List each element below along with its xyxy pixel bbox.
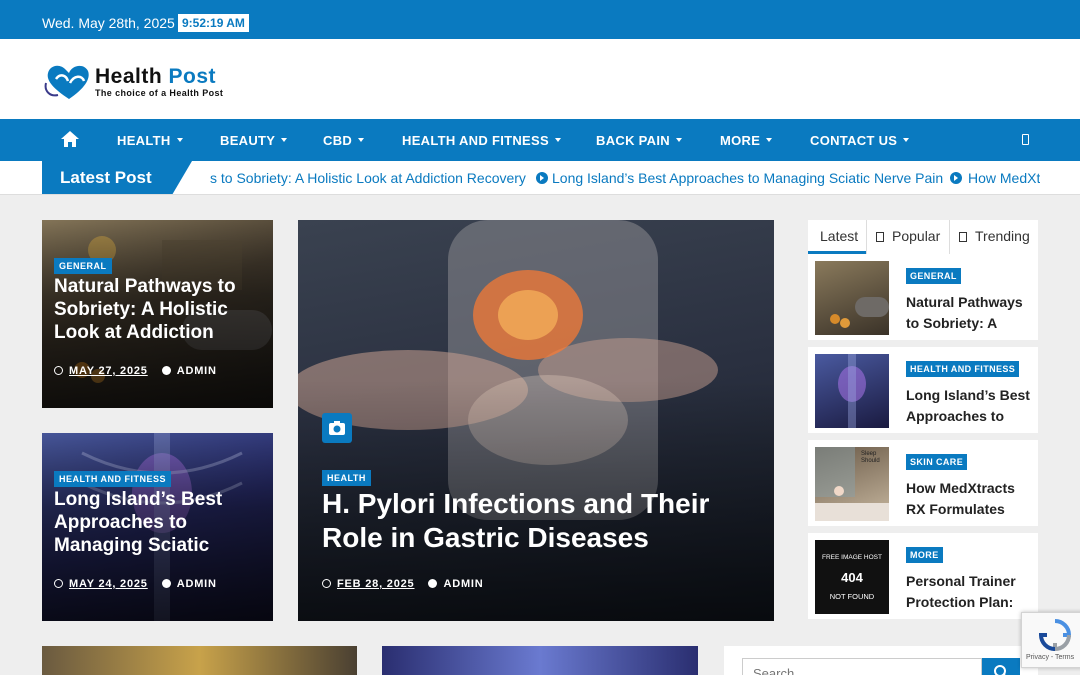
list-item[interactable]: HEALTH AND FITNESS Long Island’s Best Ap… (808, 347, 1038, 433)
chevron-down-icon (281, 137, 288, 142)
placeholder-text: NOT FOUND (829, 592, 875, 601)
tab-latest[interactable]: Latest (808, 220, 866, 254)
site-logo[interactable]: Health Post The choice of a Health Post (44, 61, 244, 101)
square-icon (959, 232, 967, 242)
chevron-down-icon (358, 137, 365, 142)
sidebar-tabs: Latest Popular Trending (808, 220, 1038, 254)
post-card[interactable]: GENERAL Natural Pathways to Sobriety: A … (42, 220, 273, 408)
category-badge[interactable]: SKIN CARE (906, 454, 968, 470)
nav-item-contact-us[interactable]: CONTACT US (810, 133, 910, 148)
arrow-circle-icon (536, 172, 548, 184)
site-tagline: The choice of a Health Post (95, 88, 224, 98)
search-widget (724, 646, 1038, 675)
ticker-item[interactable]: How MedXt (968, 170, 1040, 186)
tab-trending[interactable]: Trending (959, 220, 1030, 254)
spa-thumb-text: Sleep Should (861, 451, 880, 464)
category-badge[interactable]: HEALTH (322, 470, 371, 486)
heart-logo-icon (44, 65, 89, 99)
site-name: Health Post (95, 65, 217, 88)
nav-item-more[interactable]: MORE (720, 133, 773, 148)
recaptcha-label[interactable]: Privacy - Terms (1026, 654, 1074, 661)
post-author[interactable]: ADMIN (177, 365, 217, 377)
ticker-item[interactable]: s to Sobriety: A Holistic Look at Addict… (210, 170, 526, 186)
post-meta: MAY 27, 2025 ADMIN (54, 365, 217, 377)
post-title[interactable]: Natural Pathways to Sobriety: A Holistic… (54, 276, 264, 344)
post-thumbnail[interactable]: Sleep Should (815, 447, 889, 521)
post-meta: FEB 28, 2025 ADMIN (322, 578, 484, 590)
tab-popular[interactable]: Popular (876, 220, 940, 254)
placeholder-text: FREE IMAGE HOST (822, 554, 882, 561)
home-icon[interactable] (60, 129, 80, 149)
chevron-down-icon (766, 137, 773, 142)
ticker-label: Latest Post (42, 161, 172, 194)
post-card[interactable] (42, 646, 357, 675)
chevron-down-icon (675, 137, 682, 142)
search-button[interactable] (982, 658, 1020, 675)
clock-icon (54, 579, 63, 588)
post-date[interactable]: FEB 28, 2025 (337, 578, 414, 590)
list-item[interactable]: GENERAL Natural Pathways to Sobriety: A (808, 254, 1038, 340)
latest-post-ticker: Latest Post s to Sobriety: A Holistic Lo… (0, 161, 1080, 195)
camera-icon (322, 413, 352, 443)
search-input[interactable] (742, 658, 982, 675)
current-time: 9:52:19 AM (178, 14, 249, 32)
recaptcha-badge[interactable]: Privacy - Terms (1021, 612, 1080, 668)
square-icon (876, 232, 884, 242)
post-thumbnail[interactable]: FREE IMAGE HOST 404 NOT FOUND (815, 540, 889, 614)
nav-item-beauty[interactable]: BEAUTY (220, 133, 288, 148)
post-thumbnail[interactable] (815, 261, 889, 335)
post-date[interactable]: MAY 24, 2025 (69, 578, 148, 590)
post-title[interactable]: Personal Trainer Protection Plan: (906, 571, 1032, 613)
category-badge[interactable]: HEALTH AND FITNESS (54, 471, 171, 487)
list-item[interactable]: Sleep Should SKIN CARE How MedXtracts RX … (808, 440, 1038, 526)
post-date[interactable]: MAY 27, 2025 (69, 365, 148, 377)
featured-post-card[interactable]: HEALTH H. Pylori Infections and Their Ro… (298, 220, 774, 621)
post-meta: MAY 24, 2025 ADMIN (54, 578, 217, 590)
post-title[interactable]: Long Island’s Best Approaches to (906, 385, 1032, 427)
post-title[interactable]: H. Pylori Infections and Their Role in G… (322, 487, 742, 554)
placeholder-code: 404 (841, 570, 863, 585)
post-title[interactable]: How MedXtracts RX Formulates (906, 478, 1032, 520)
chevron-down-icon (903, 137, 910, 142)
user-icon (161, 579, 171, 588)
main-nav: HEALTH BEAUTY CBD HEALTH AND FITNESS BAC… (0, 119, 1080, 161)
mobile-icon[interactable] (1022, 134, 1029, 145)
nav-item-back-pain[interactable]: BACK PAIN (596, 133, 682, 148)
ticker-item[interactable]: Long Island’s Best Approaches to Managin… (552, 170, 943, 186)
post-author[interactable]: ADMIN (177, 578, 217, 590)
post-thumbnail[interactable] (815, 354, 889, 428)
category-badge[interactable]: GENERAL (906, 268, 961, 284)
chevron-down-icon (176, 137, 183, 142)
post-title[interactable]: Long Island’s Best Approaches to Managin… (54, 489, 264, 557)
list-item[interactable]: FREE IMAGE HOST 404 NOT FOUND MORE Perso… (808, 533, 1038, 619)
chevron-down-icon (554, 137, 561, 142)
current-date: Wed. May 28th, 2025 (42, 15, 175, 31)
category-badge[interactable]: MORE (906, 547, 943, 563)
category-badge[interactable]: GENERAL (54, 258, 112, 274)
user-icon (428, 579, 438, 588)
clock-icon (54, 366, 63, 375)
site-header: Health Post The choice of a Health Post (0, 39, 1080, 119)
nav-item-cbd[interactable]: CBD (323, 133, 365, 148)
post-card[interactable]: HEALTH AND FITNESS Long Island’s Best Ap… (42, 433, 273, 621)
post-title[interactable]: Natural Pathways to Sobriety: A (906, 292, 1032, 334)
arrow-circle-icon (950, 172, 962, 184)
post-author[interactable]: ADMIN (443, 578, 483, 590)
category-badge[interactable]: HEALTH AND FITNESS (906, 361, 1020, 377)
post-card[interactable] (382, 646, 698, 675)
ticker-track: s to Sobriety: A Holistic Look at Addict… (210, 161, 1040, 194)
clock-icon (322, 579, 331, 588)
recaptcha-icon (1038, 619, 1072, 652)
top-bar: Wed. May 28th, 2025 9:52:19 AM (0, 0, 1080, 39)
user-icon (161, 366, 171, 375)
nav-item-health-and-fitness[interactable]: HEALTH AND FITNESS (402, 133, 561, 148)
nav-item-health[interactable]: HEALTH (117, 133, 183, 148)
search-icon (994, 665, 1006, 675)
